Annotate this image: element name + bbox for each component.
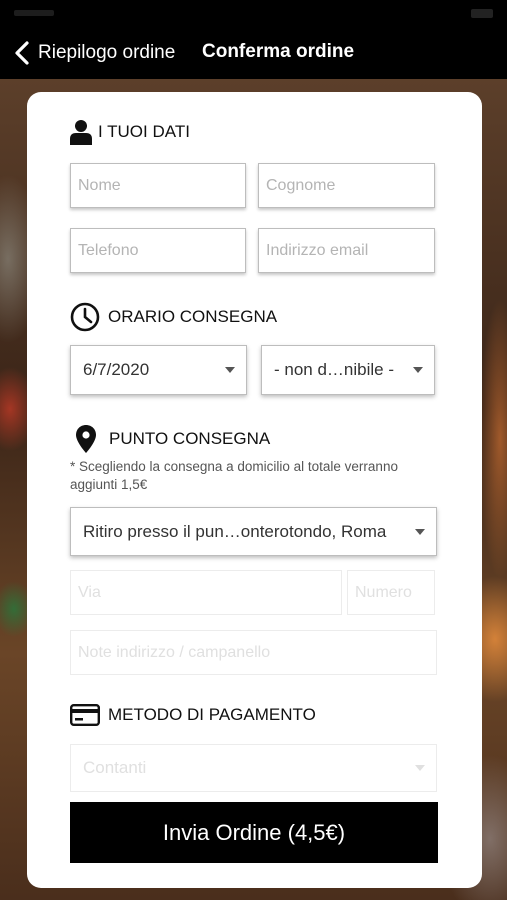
status-bar <box>0 4 507 22</box>
section-header-payment: METODO DI PAGAMENTO <box>70 704 316 726</box>
section-header-delivery-time: ORARIO CONSEGNA <box>70 302 277 332</box>
delivery-point-select[interactable]: Ritiro presso il pun…onterotondo, Roma <box>70 507 437 556</box>
payment-method-select[interactable]: Contanti <box>70 744 437 792</box>
delivery-date-select[interactable]: 6/7/2020 <box>70 345 247 395</box>
payment-method-value: Contanti <box>83 758 147 777</box>
navigation-bar: Riepilogo ordine Conferma ordine <box>0 0 507 79</box>
order-form-card: I TUOI DATI ORARIO CONSEGNA 6/7/2020 - n… <box>27 92 482 888</box>
first-name-field[interactable] <box>70 163 246 208</box>
clock-icon <box>70 302 100 332</box>
section-title-personal: I TUOI DATI <box>98 122 190 141</box>
section-title-payment: METODO DI PAGAMENTO <box>108 705 316 724</box>
submit-order-button[interactable]: Invia Ordine (4,5€) <box>70 802 438 863</box>
address-notes-field[interactable] <box>70 630 437 675</box>
chevron-left-icon <box>15 41 29 65</box>
chevron-down-icon <box>413 367 423 373</box>
delivery-fee-note: * Scegliendo la consegna a domicilio al … <box>70 459 398 492</box>
delivery-time-select[interactable]: - non d…nibile - <box>261 345 435 395</box>
street-field[interactable] <box>70 570 342 615</box>
chevron-down-icon <box>225 367 235 373</box>
person-icon <box>70 120 92 145</box>
page-title: Conferma ordine <box>202 41 355 62</box>
credit-card-icon <box>70 704 100 726</box>
section-header-personal: I TUOI DATI <box>70 119 190 145</box>
chevron-down-icon <box>415 528 425 535</box>
section-title-delivery-point: PUNTO CONSEGNA <box>109 429 271 448</box>
back-button[interactable]: Riepilogo ordine <box>12 38 175 68</box>
back-button-label: Riepilogo ordine <box>38 42 176 63</box>
email-field[interactable] <box>258 228 435 273</box>
battery-icon <box>471 9 493 18</box>
delivery-point-value: Ritiro presso il pun…onterotondo, Roma <box>83 521 387 541</box>
delivery-date-value: 6/7/2020 <box>83 360 150 379</box>
street-number-field[interactable] <box>347 570 435 615</box>
chevron-down-icon <box>415 765 425 771</box>
delivery-time-value: - non d…nibile - <box>274 360 395 379</box>
signal-indicator <box>14 10 54 16</box>
section-header-delivery-point: PUNTO CONSEGNA <box>75 424 270 454</box>
phone-field[interactable] <box>70 228 246 273</box>
location-pin-icon <box>76 425 96 453</box>
last-name-field[interactable] <box>258 163 435 208</box>
section-title-delivery-time: ORARIO CONSEGNA <box>108 307 278 326</box>
